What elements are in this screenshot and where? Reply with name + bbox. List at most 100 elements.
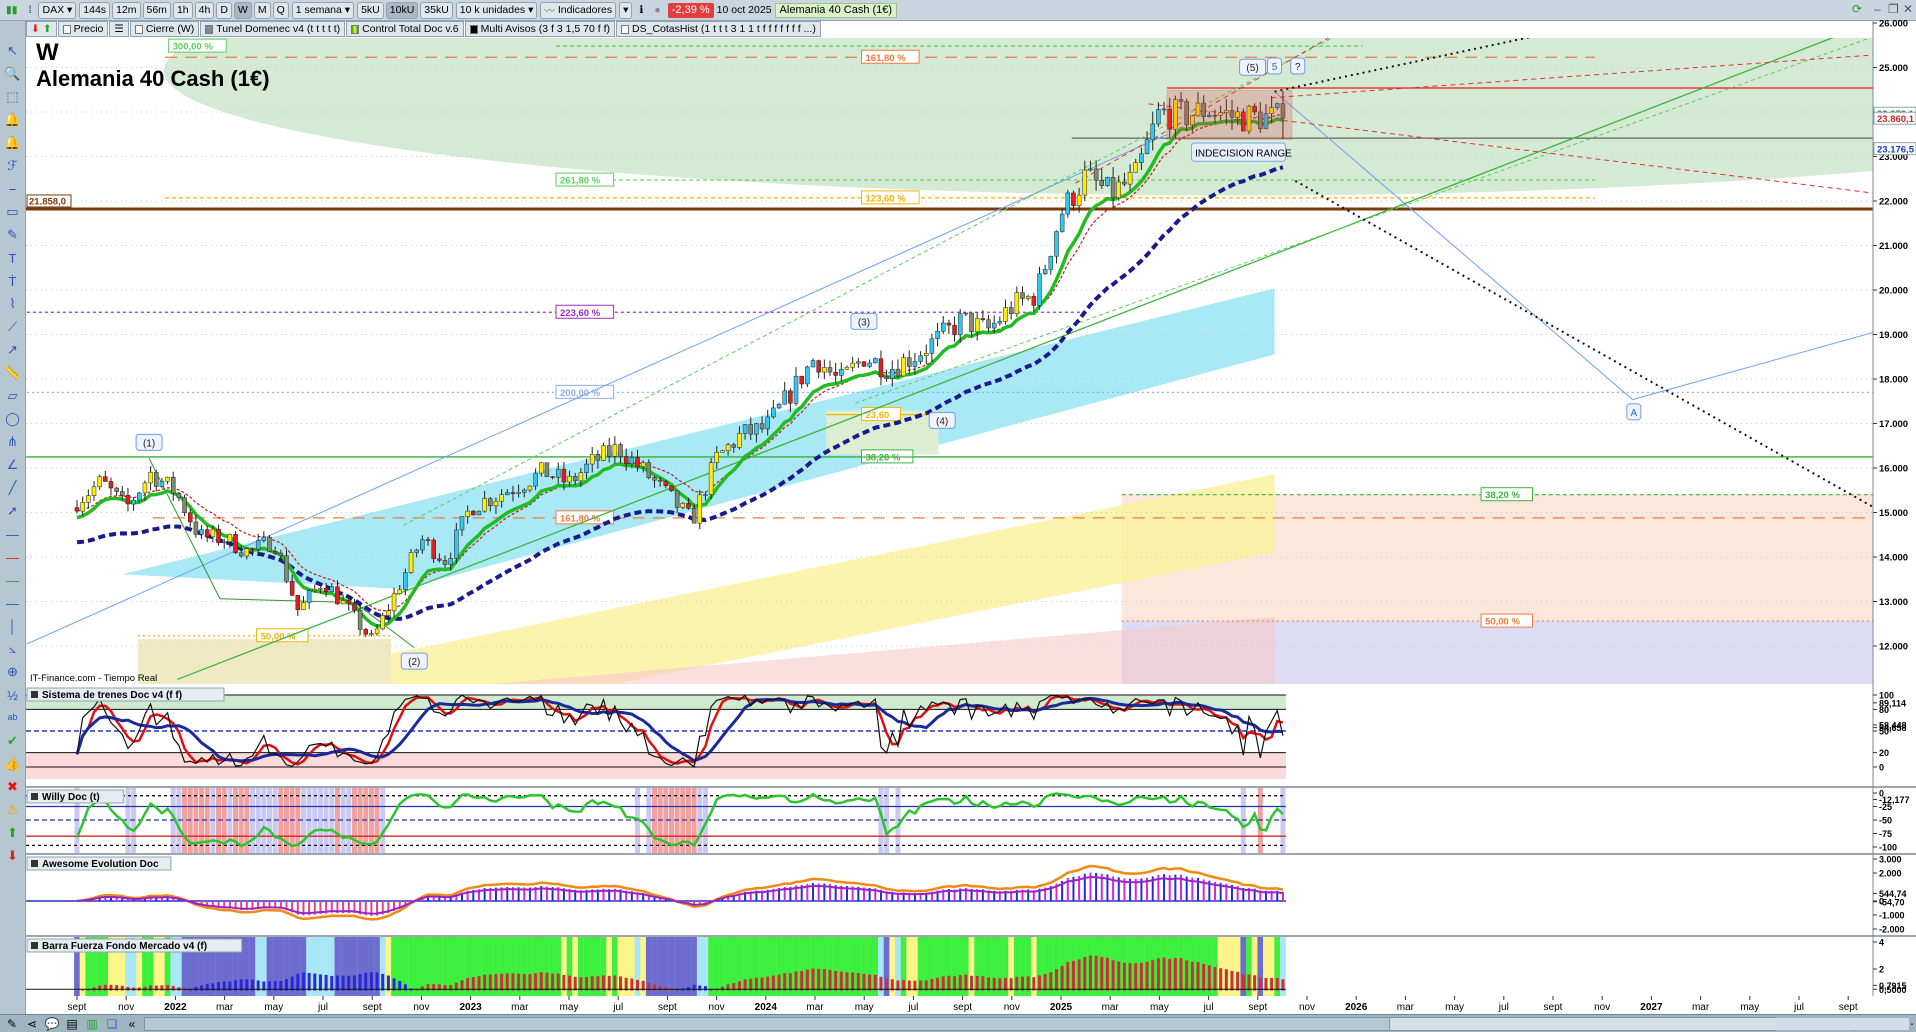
panel-settings-icon[interactable]: [31, 691, 38, 698]
candle-body: [544, 462, 550, 477]
candle-body: [380, 615, 385, 630]
force-bar: [607, 975, 611, 991]
price-axis-label: 25.000: [1879, 63, 1908, 74]
force-bar: [1043, 974, 1047, 991]
price-chart[interactable]: 300,00 % 161,80 % 261,80 % 123,60 % 223,60 %…: [0, 0, 1916, 733]
candle-body: [918, 355, 923, 362]
candle-body: [448, 558, 453, 565]
panel-settings-icon[interactable]: [31, 860, 38, 867]
candle-body: [86, 495, 91, 503]
force-bar: [936, 977, 940, 991]
force-bar: [562, 974, 566, 991]
wave-label: (4): [936, 416, 948, 427]
candle-body: [182, 497, 187, 513]
fib-label: 38,20 %: [866, 452, 901, 463]
force-bar: [873, 974, 877, 991]
candle-body: [578, 472, 584, 482]
candle-body: [850, 362, 855, 368]
indicator-panels[interactable]: [26, 686, 1873, 996]
candle-body: [924, 353, 929, 357]
force-bar: [1264, 977, 1268, 991]
candle-body: [471, 510, 476, 516]
wave-label: (3): [858, 317, 870, 328]
price-tag: 23.860,1: [1877, 114, 1915, 125]
candle-body: [238, 552, 244, 557]
force-bar: [539, 972, 543, 991]
candle-body: [250, 548, 255, 550]
candle-body: [284, 555, 289, 582]
force-bar: [658, 985, 662, 991]
candle-body: [125, 495, 131, 505]
pencil-icon[interactable]: ✎: [4, 1017, 20, 1031]
force-bar: [596, 976, 600, 991]
force-bar: [488, 974, 492, 991]
x-axis-label: mar: [806, 1002, 824, 1013]
x-axis-label: mar: [1397, 1002, 1415, 1013]
force-bar: [590, 976, 594, 991]
force-bar: [760, 977, 764, 991]
candle-body: [635, 457, 640, 467]
dotted-projection: [1294, 179, 1873, 509]
candle-body: [844, 366, 850, 370]
force-bar: [200, 985, 204, 991]
candle-body: [346, 600, 352, 605]
force-bar: [149, 985, 153, 991]
candle-body: [289, 581, 295, 596]
candle-body: [1150, 123, 1155, 141]
force-bar: [166, 984, 170, 991]
scrollbar-thumb[interactable]: [1389, 1017, 1909, 1030]
collapse-icon[interactable]: «: [124, 1017, 140, 1031]
force-bar: [1156, 958, 1160, 991]
force-bar: [1122, 962, 1126, 991]
candle-body: [759, 423, 765, 430]
candle-body: [278, 552, 284, 556]
candle-body: [1144, 139, 1150, 155]
candle-body: [776, 403, 782, 409]
share-icon[interactable]: ⋖: [24, 1017, 40, 1031]
force-bar: [517, 973, 521, 991]
candle-body: [714, 452, 720, 463]
x-axis-label: nov: [1594, 1002, 1610, 1013]
wave-label: A: [1630, 408, 1637, 419]
force-bar: [318, 974, 322, 991]
x-axis-label: nov: [118, 1002, 134, 1013]
candle-body: [612, 444, 618, 457]
force-bar: [347, 975, 351, 991]
windows-icon[interactable]: ❏: [104, 1017, 120, 1031]
force-bar: [1253, 975, 1257, 991]
force-bar: [330, 975, 334, 991]
force-bar: [1128, 963, 1132, 991]
force-bar: [143, 986, 147, 991]
horizontal-scrollbar[interactable]: [144, 1016, 1909, 1031]
panel-settings-icon[interactable]: [31, 793, 38, 800]
candle-body: [771, 407, 776, 418]
candle-body: [833, 371, 838, 376]
candle-body: [601, 445, 606, 461]
force-bar: [624, 977, 628, 991]
candle-body: [408, 552, 414, 573]
force-band: [413, 937, 420, 996]
layout-icon[interactable]: ▥: [84, 1017, 100, 1031]
force-bar: [1179, 957, 1183, 991]
candle-body: [567, 476, 572, 483]
force-bar: [1066, 962, 1070, 991]
chat-icon[interactable]: 💬: [44, 1017, 60, 1031]
candle-body: [686, 503, 691, 509]
force-bar: [964, 974, 968, 991]
panel-settings-icon[interactable]: [31, 942, 38, 949]
force-bar: [981, 976, 985, 991]
chart-canvas[interactable]: 300,00 % 161,80 % 261,80 % 123,60 % 223,60 %…: [0, 0, 1916, 1032]
price-axis-label: 16.000: [1879, 464, 1908, 475]
x-axis-label: jul: [1793, 1002, 1804, 1013]
report-icon[interactable]: ▤: [64, 1017, 80, 1031]
wave-label: ?: [1295, 62, 1301, 73]
candle-body: [822, 367, 827, 373]
force-bar: [545, 972, 549, 991]
candle-body: [725, 444, 731, 451]
candle-body: [867, 362, 872, 367]
candle-body: [329, 586, 335, 593]
force-bar: [296, 973, 300, 991]
force-band: [708, 937, 715, 996]
force-bar: [115, 985, 119, 991]
candle-body: [890, 368, 895, 379]
